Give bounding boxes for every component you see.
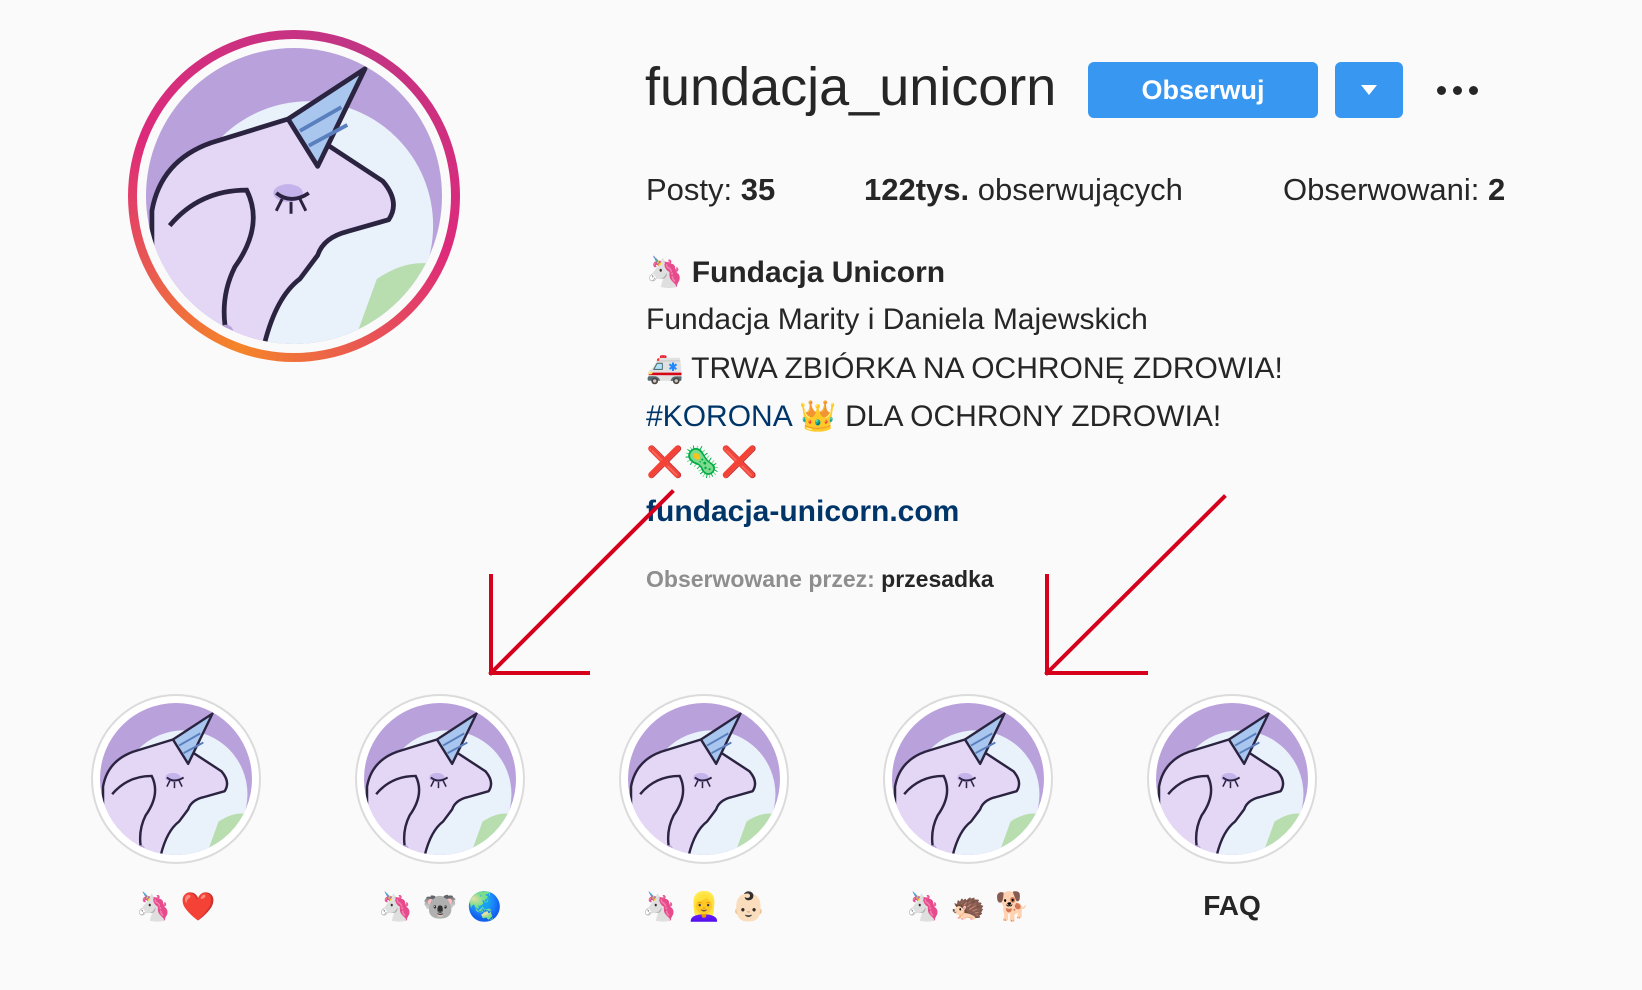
suggestions-dropdown-button[interactable] [1335,62,1403,118]
arrow-left [488,489,675,676]
unicorn-highlight-image [1156,703,1308,855]
bio-full-name: 🦄 Fundacja Unicorn [646,255,946,290]
more-horizontal-icon [1436,85,1478,95]
highlight-label: 🦄 🦔 🐕 [905,890,1031,923]
bio-emoji-line: ❌🦠❌ [646,445,759,480]
unicorn-highlight-image [628,703,780,855]
profile-avatar[interactable] [128,30,460,362]
story-highlight[interactable]: 🦄 🦔 🐕 [883,694,1053,923]
posts-count: Posty: 35 [646,172,776,207]
highlight-label: 🦄 🐨 🌏 [377,890,503,923]
highlight-label: FAQ [1203,890,1261,921]
bio-line: Fundacja Marity i Daniela Majewskich [646,303,1148,336]
arrow-right [1044,494,1227,676]
unicorn-highlight-image [892,703,1044,855]
highlight-label: 🦄 👱‍♀️ 👶🏻 [641,890,767,923]
following-count[interactable]: Obserwowani: 2 [1283,172,1505,208]
bio-line: 🚑 TRWA ZBIÓRKA NA OCHRONĘ ZDROWIA! [646,351,1283,386]
unicorn-avatar-image [146,48,442,344]
story-highlight[interactable]: 🦄 👱‍♀️ 👶🏻 [619,694,789,923]
bio-website-link[interactable]: fundacja-unicorn.com [646,495,959,529]
story-highlight[interactable]: FAQ [1147,694,1317,922]
followed-by: Obserwowane przez: przesadka [646,566,994,592]
bio-line: #KORONA 👑 DLA OCHRONY ZDROWIA! [646,399,1222,434]
followers-count[interactable]: 122tys. obserwujących [864,172,1183,208]
story-highlight[interactable]: 🦄 ❤️ [91,694,261,923]
unicorn-highlight-image [364,703,516,855]
follow-button[interactable]: Obserwuj [1088,62,1318,118]
more-options-button[interactable] [1432,70,1482,110]
profile-username: fundacja_unicorn [645,57,1057,117]
hashtag-link[interactable]: #KORONA [646,400,791,433]
followed-by-user-link[interactable]: przesadka [881,566,994,592]
unicorn-highlight-image [100,703,252,855]
chevron-down-icon [1361,85,1377,95]
story-highlight[interactable]: 🦄 🐨 🌏 [355,694,525,923]
highlight-label: 🦄 ❤️ [136,890,216,923]
